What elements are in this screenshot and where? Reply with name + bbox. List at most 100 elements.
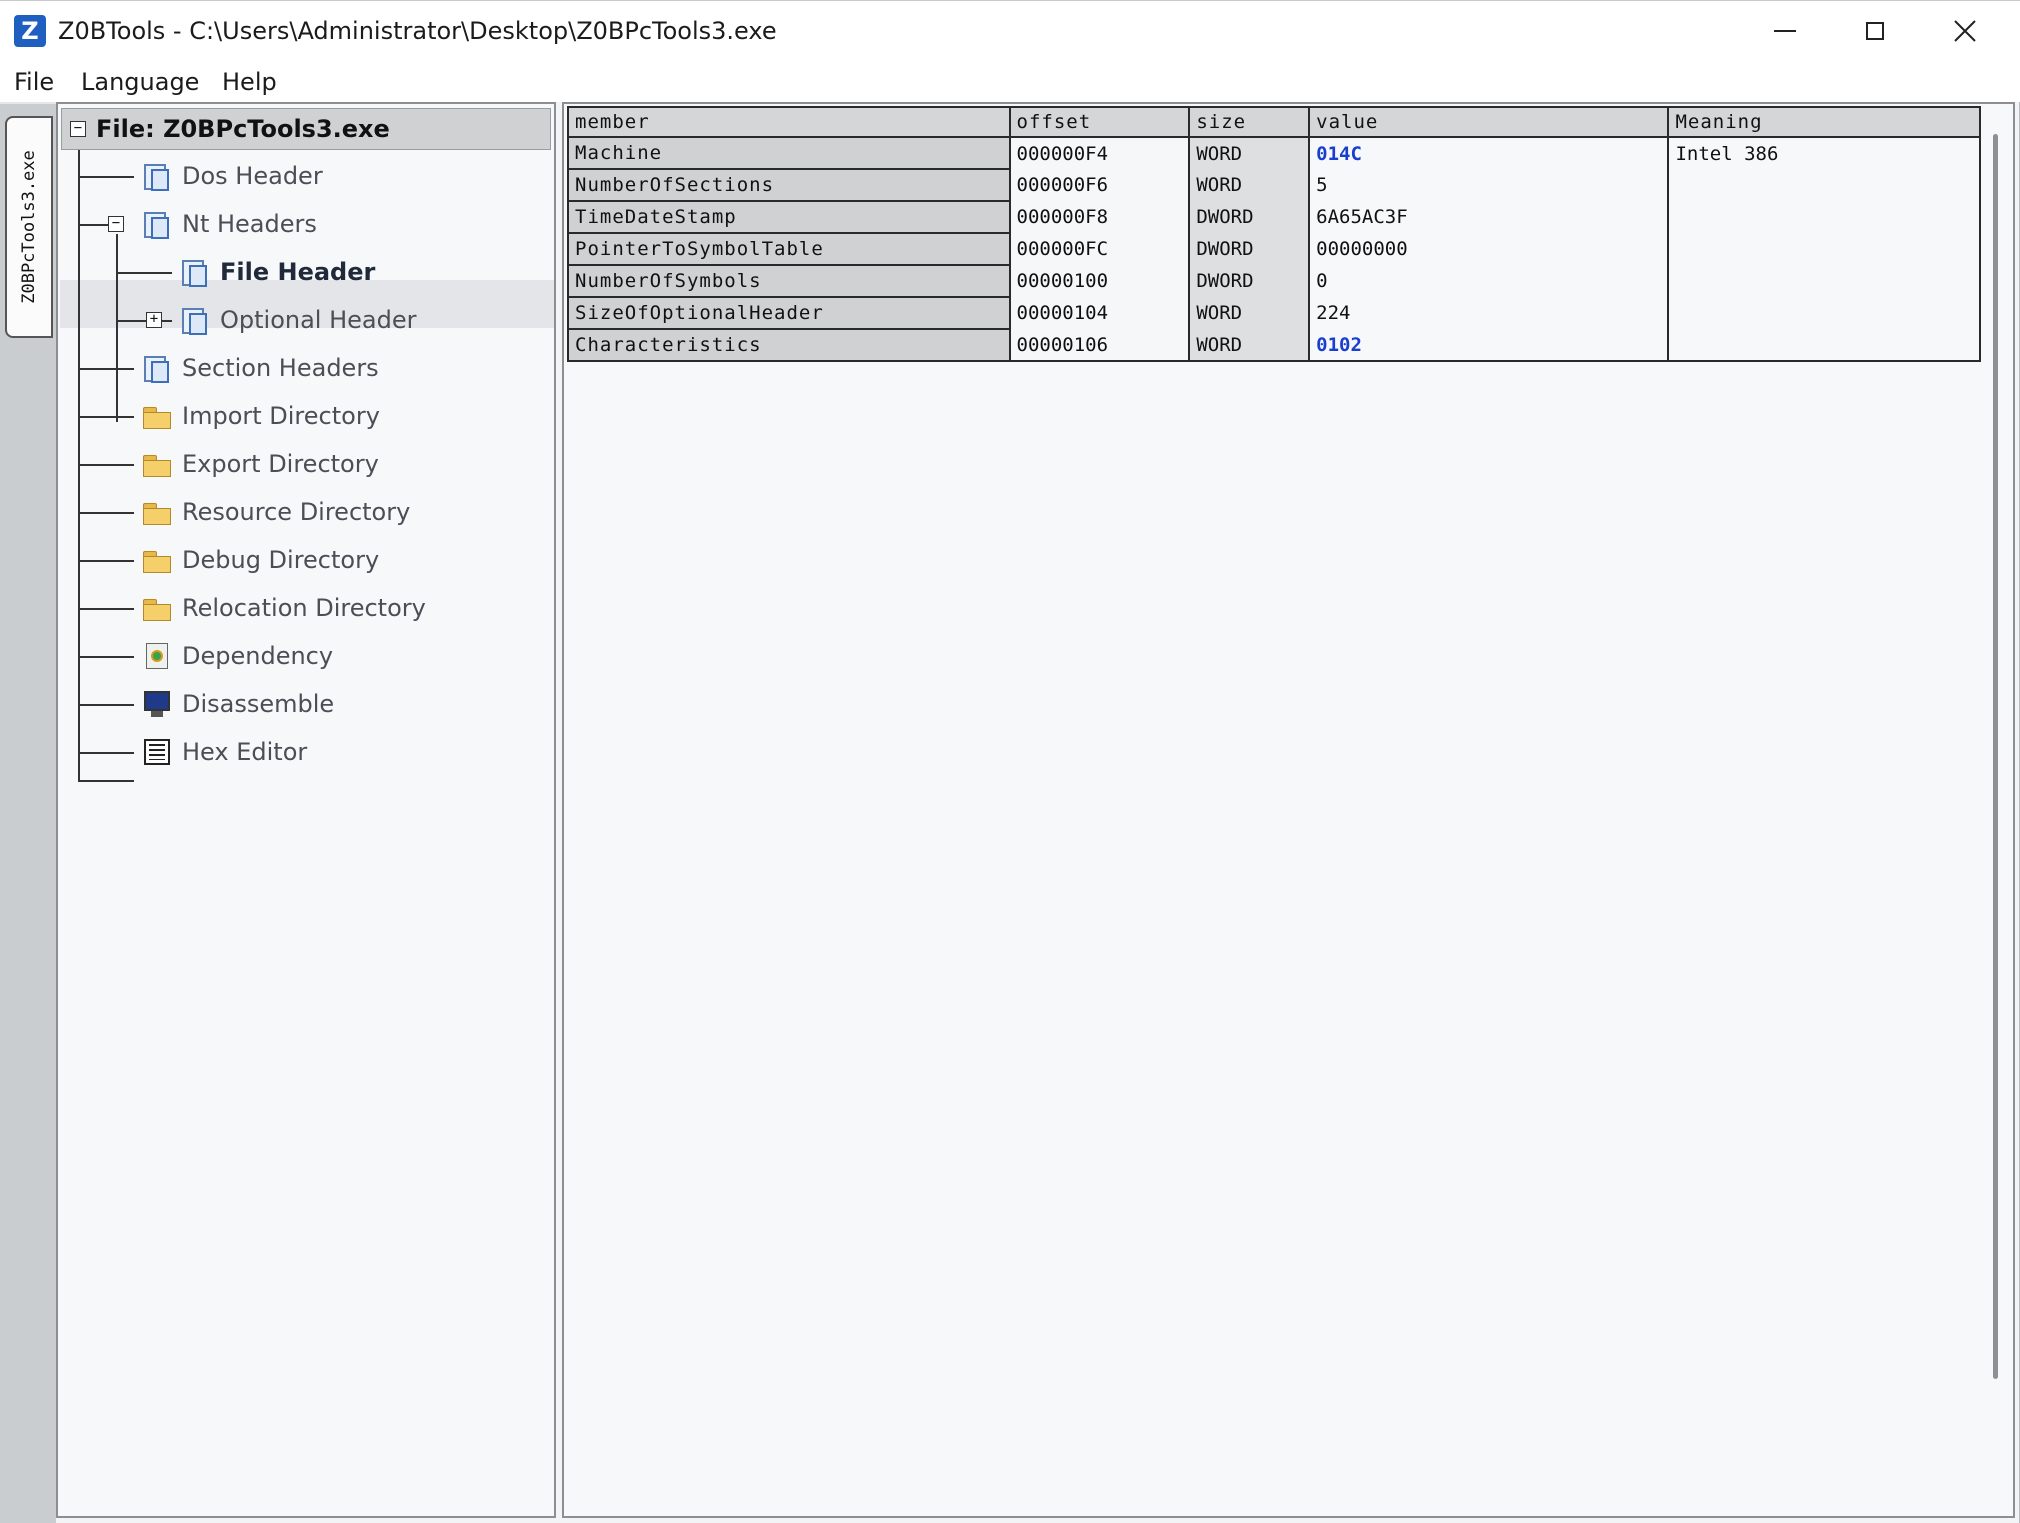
- cell-member[interactable]: SizeOfOptionalHeader: [567, 296, 1011, 330]
- cell-member[interactable]: Characteristics: [567, 328, 1011, 362]
- tree-item-label: Import Directory: [182, 402, 380, 430]
- column-header-meaning[interactable]: Meaning: [1667, 106, 1981, 138]
- tree-line: [116, 272, 172, 274]
- table-row[interactable]: TimeDateStamp 000000F8 DWORD 6A65AC3F: [567, 200, 1981, 234]
- tree-item-label: Debug Directory: [182, 546, 380, 574]
- expand-icon[interactable]: +: [146, 312, 162, 328]
- menu-help[interactable]: Help: [220, 66, 279, 98]
- tree-item-import-directory[interactable]: Import Directory: [142, 396, 380, 436]
- table-row[interactable]: Characteristics 00000106 WORD 0102: [567, 328, 1981, 362]
- menu-language[interactable]: Language: [79, 66, 201, 98]
- table-row[interactable]: NumberOfSections 000000F6 WORD 5: [567, 168, 1981, 202]
- cell-size[interactable]: DWORD: [1188, 233, 1311, 265]
- hex-editor-icon: [142, 737, 172, 767]
- tree-item-label: Relocation Directory: [182, 594, 426, 622]
- tree-item-relocation-directory[interactable]: Relocation Directory: [142, 588, 426, 628]
- cell-offset[interactable]: 000000F8: [1008, 201, 1191, 233]
- tree-item-label: Dos Header: [182, 162, 323, 190]
- document-icon: [142, 209, 172, 239]
- tree-panel: − File: Z0BPcTools3.exe Dos Header − Nt …: [56, 102, 556, 1518]
- document-icon: [142, 161, 172, 191]
- tree-line: [116, 234, 118, 422]
- cell-value[interactable]: 6A65AC3F: [1308, 201, 1670, 233]
- cell-offset[interactable]: 00000100: [1008, 265, 1191, 297]
- menu-file[interactable]: File: [12, 66, 56, 98]
- cell-value[interactable]: 5: [1308, 169, 1670, 201]
- tree-item-hex-editor[interactable]: Hex Editor: [142, 732, 307, 772]
- cell-meaning[interactable]: [1667, 233, 1981, 265]
- tree-item-section-headers[interactable]: Section Headers: [142, 348, 379, 388]
- column-header-member[interactable]: member: [567, 106, 1011, 138]
- tree-line: [78, 464, 134, 466]
- column-header-offset[interactable]: offset: [1008, 106, 1191, 138]
- cell-member[interactable]: NumberOfSymbols: [567, 264, 1011, 298]
- tree-item-label: Dependency: [182, 642, 334, 670]
- tree-item-dos-header[interactable]: Dos Header: [142, 156, 323, 196]
- cell-member[interactable]: NumberOfSections: [567, 168, 1011, 202]
- cell-offset[interactable]: 00000106: [1008, 329, 1191, 362]
- tree-item-optional-header[interactable]: Optional Header: [180, 300, 417, 340]
- tree-item-dependency[interactable]: Dependency: [142, 636, 333, 676]
- cell-value[interactable]: 014C: [1308, 137, 1670, 169]
- cell-size[interactable]: WORD: [1188, 329, 1311, 362]
- cell-offset[interactable]: 00000104: [1008, 297, 1191, 329]
- cell-meaning[interactable]: [1667, 169, 1981, 201]
- tree-line: [78, 704, 134, 706]
- tree-item-nt-headers[interactable]: Nt Headers: [142, 204, 317, 244]
- maximize-button[interactable]: [1830, 1, 1920, 61]
- cell-meaning[interactable]: [1667, 297, 1981, 329]
- cell-meaning[interactable]: Intel 386: [1667, 137, 1981, 169]
- cell-value[interactable]: 224: [1308, 297, 1670, 329]
- cell-offset[interactable]: 000000FC: [1008, 233, 1191, 265]
- table-row[interactable]: NumberOfSymbols 00000100 DWORD 0: [567, 264, 1981, 298]
- file-tab[interactable]: Z0BPcTools3.exe: [5, 116, 53, 338]
- vertical-scrollbar[interactable]: [1993, 134, 1998, 1379]
- table-row[interactable]: SizeOfOptionalHeader 00000104 WORD 224: [567, 296, 1981, 330]
- cell-size[interactable]: WORD: [1188, 169, 1311, 201]
- cell-value[interactable]: 00000000: [1308, 233, 1670, 265]
- close-icon: [1954, 20, 1976, 42]
- cell-size[interactable]: DWORD: [1188, 201, 1311, 233]
- detail-grid-panel: member offset size value Meaning Machine…: [562, 102, 2015, 1518]
- z-logo-icon: Z: [14, 15, 46, 47]
- tree-item-disassemble[interactable]: Disassemble: [142, 684, 334, 724]
- cell-meaning[interactable]: [1667, 201, 1981, 233]
- app-window: Z Z0BTools - C:\Users\Administrator\Desk…: [0, 0, 2020, 1523]
- document-icon: [180, 257, 210, 287]
- collapse-icon[interactable]: −: [108, 216, 124, 232]
- table-row[interactable]: PointerToSymbolTable 000000FC DWORD 0000…: [567, 232, 1981, 266]
- tree-item-debug-directory[interactable]: Debug Directory: [142, 540, 379, 580]
- title-bar: Z Z0BTools - C:\Users\Administrator\Desk…: [0, 0, 2020, 63]
- cell-offset[interactable]: 000000F6: [1008, 169, 1191, 201]
- folder-icon: [142, 497, 172, 527]
- tree-line: [78, 752, 134, 754]
- cell-size[interactable]: WORD: [1188, 297, 1311, 329]
- table-row[interactable]: Machine 000000F4 WORD 014C Intel 386: [567, 136, 1981, 170]
- cell-size[interactable]: WORD: [1188, 137, 1311, 169]
- tree-item-export-directory[interactable]: Export Directory: [142, 444, 379, 484]
- tree-line: [78, 132, 80, 780]
- close-button[interactable]: [1920, 1, 2010, 61]
- collapse-icon[interactable]: −: [70, 121, 86, 137]
- cell-meaning[interactable]: [1667, 265, 1981, 297]
- cell-value[interactable]: 0102: [1308, 329, 1670, 362]
- cell-offset[interactable]: 000000F4: [1008, 137, 1191, 169]
- tree-line: [78, 512, 134, 514]
- document-icon: [142, 353, 172, 383]
- tree-item-file-header[interactable]: File Header: [180, 252, 375, 292]
- minimize-button[interactable]: [1740, 1, 1830, 61]
- folder-icon: [142, 593, 172, 623]
- disassemble-icon: [142, 689, 172, 719]
- cell-member[interactable]: Machine: [567, 136, 1011, 170]
- tree-root-row[interactable]: − File: Z0BPcTools3.exe: [61, 108, 551, 150]
- column-header-size[interactable]: size: [1188, 106, 1311, 138]
- cell-meaning[interactable]: [1667, 329, 1981, 362]
- tree-line: [78, 656, 134, 658]
- tree-item-label: Hex Editor: [182, 738, 308, 766]
- cell-member[interactable]: PointerToSymbolTable: [567, 232, 1011, 266]
- column-header-value[interactable]: value: [1308, 106, 1670, 138]
- cell-member[interactable]: TimeDateStamp: [567, 200, 1011, 234]
- tree-item-resource-directory[interactable]: Resource Directory: [142, 492, 410, 532]
- cell-size[interactable]: DWORD: [1188, 265, 1311, 297]
- cell-value[interactable]: 0: [1308, 265, 1670, 297]
